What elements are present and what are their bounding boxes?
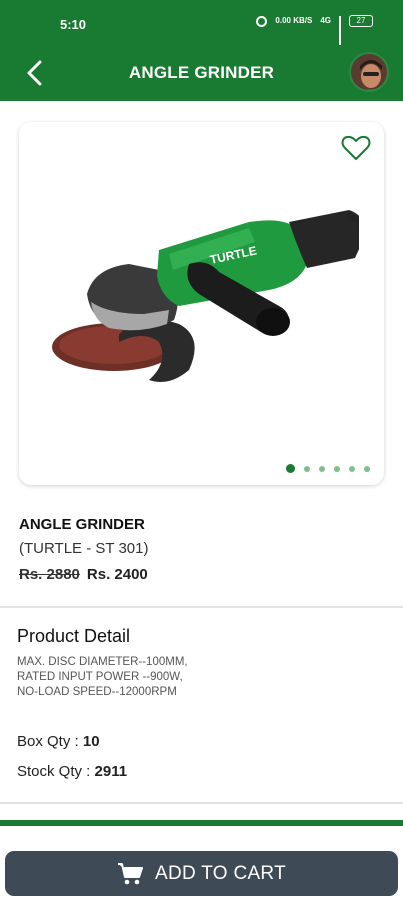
- app-header: ANGLE GRINDER: [0, 44, 403, 101]
- status-time: 5:10: [60, 17, 87, 32]
- product-image: TURTLE: [52, 210, 359, 383]
- stock-qty: Stock Qty : 2911: [17, 763, 127, 780]
- stock-qty-label: Stock Qty :: [17, 763, 91, 780]
- price-row: Rs. 2880 Rs. 2400: [19, 566, 148, 583]
- stock-qty-value: 2911: [94, 763, 128, 780]
- product-model: (TURTLE - ST 301): [19, 540, 149, 557]
- green-rule: [0, 820, 403, 826]
- user-avatar-icon: [351, 54, 387, 90]
- network-speed: 0.00 KB/S: [275, 16, 313, 25]
- cart-icon: [117, 862, 143, 884]
- carousel-dot[interactable]: [319, 465, 325, 472]
- add-to-cart-button[interactable]: ADD TO CART: [5, 851, 398, 896]
- add-to-cart-label: ADD TO CART: [154, 862, 287, 884]
- network-type: 4G: [320, 16, 331, 25]
- carousel-dot[interactable]: [364, 465, 370, 472]
- detail-line: NO-LOAD SPEED--12000RPM: [17, 686, 177, 698]
- box-qty-value: 10: [82, 733, 100, 750]
- product-image-card[interactable]: TURTLE: [19, 122, 384, 485]
- signal-icon: [339, 15, 341, 45]
- status-icons: 0.00 KB/S 4G 27: [256, 15, 373, 45]
- carousel-dot[interactable]: [286, 464, 295, 473]
- product-detail-heading: Product Detail: [17, 626, 131, 646]
- product-name: ANGLE GRINDER: [19, 516, 145, 533]
- detail-line: RATED INPUT POWER --900W,: [17, 671, 183, 683]
- sale-price: Rs. 2400: [86, 566, 148, 583]
- carousel-dot[interactable]: [334, 465, 340, 472]
- status-bar: 5:10 0.00 KB/S 4G 27: [0, 0, 403, 45]
- box-qty-label: Box Qty :: [17, 733, 79, 750]
- page-title: ANGLE GRINDER: [128, 63, 275, 82]
- divider: [0, 802, 403, 804]
- avatar[interactable]: [349, 52, 389, 92]
- original-price: Rs. 2880: [19, 566, 80, 583]
- detail-line: MAX. DISC DIAMETER--100MM,: [17, 656, 188, 668]
- battery-icon: 27: [349, 15, 373, 27]
- top-app-bar: 5:10 0.00 KB/S 4G 27 ANGLE GRINDER: [0, 0, 403, 101]
- heart-icon[interactable]: [340, 132, 372, 164]
- box-qty: Box Qty : 10: [17, 733, 100, 750]
- product-detail-text: MAX. DISC DIAMETER--100MM, RATED INPUT P…: [17, 655, 377, 700]
- divider: [0, 606, 403, 608]
- carousel-dot[interactable]: [349, 465, 355, 472]
- carousel-dot[interactable]: [304, 465, 310, 472]
- alarm-icon: [256, 15, 268, 27]
- carousel-indicator[interactable]: [286, 464, 370, 473]
